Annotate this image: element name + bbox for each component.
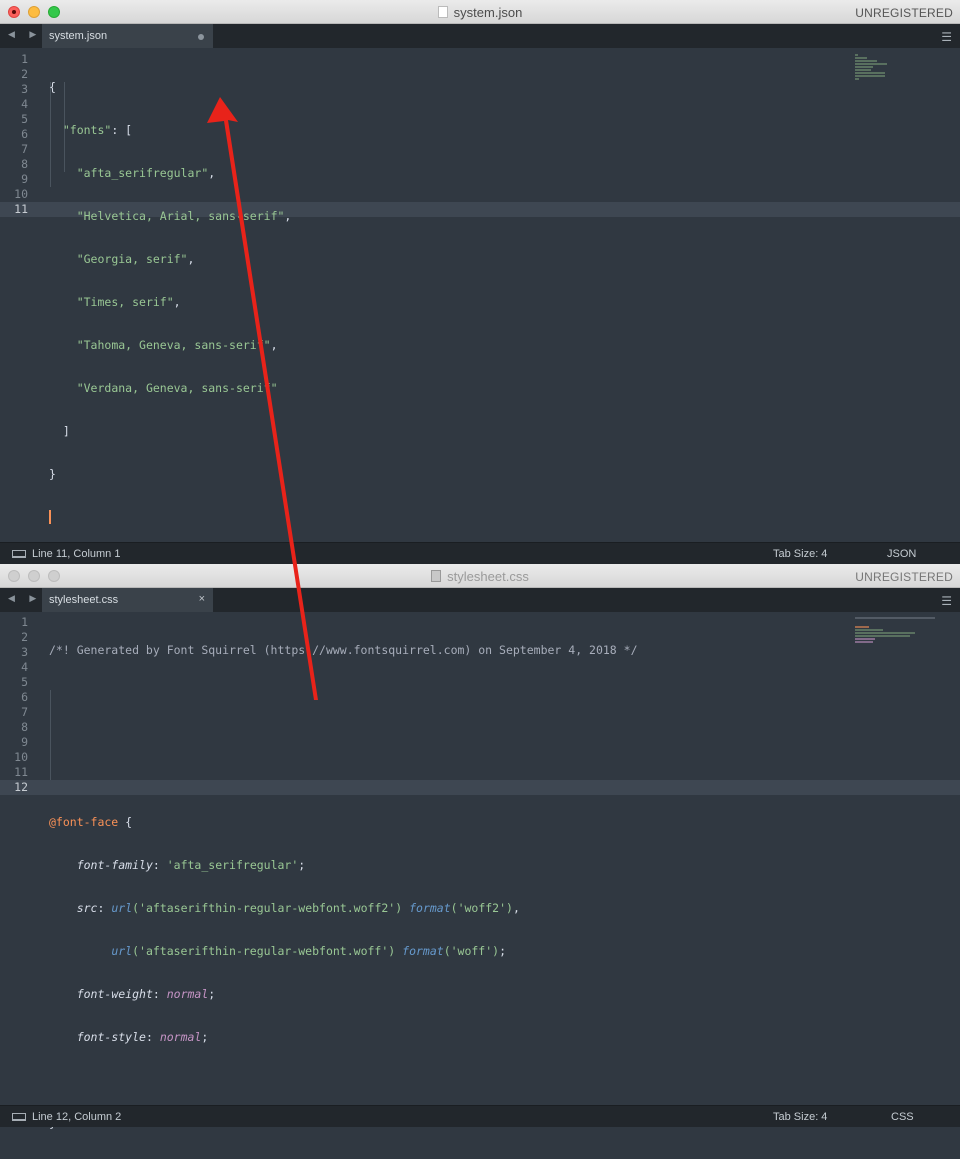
annotation-arrow — [207, 97, 318, 700]
red-arrow-icon — [207, 97, 318, 700]
